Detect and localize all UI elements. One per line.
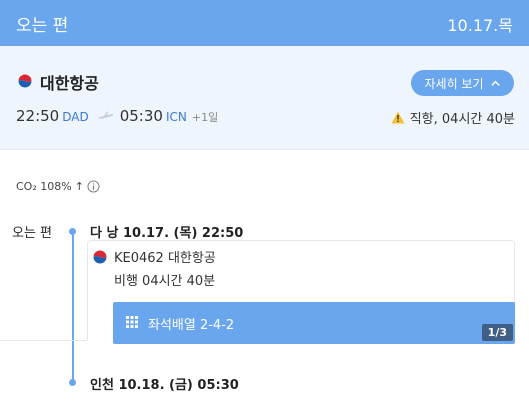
departure-dot (69, 228, 76, 235)
flight-number: KE0462 대한항공 (114, 251, 216, 266)
divider (0, 340, 87, 341)
warning-icon (391, 111, 405, 124)
flight-summary: 대한항공 자세히 보기 22:50 DAD 05:30 ICN +1일 직항, … (0, 46, 529, 150)
flight-times: 22:50 DAD 05:30 ICN +1일 (16, 107, 218, 125)
seat-grid-icon (126, 316, 138, 328)
timeline-line (72, 231, 74, 383)
korean-air-logo-icon (18, 74, 32, 88)
arrival-code: ICN (165, 110, 187, 124)
seat-pager: 1/3 (481, 324, 513, 341)
arrival-dot (69, 379, 76, 386)
seat-layout-label: 좌석배열 2-4-2 (148, 318, 235, 333)
itinerary-arrival: 인천 10.18. (금) 05:30 (90, 378, 239, 393)
itinerary-departure: 다 낭 10.17. (목) 22:50 (90, 226, 244, 241)
seat-layout-button[interactable]: 좌석배열 2-4-2 1/3 (113, 302, 515, 344)
nonstop-text: 직항, 04시간 40분 (409, 112, 515, 127)
nonstop-info: 직항, 04시간 40분 (391, 108, 515, 127)
arrival-time: 05:30 (119, 107, 163, 125)
departure-code: DAD (62, 110, 89, 124)
leg-title: 오는 편 (16, 16, 69, 36)
co2-indicator: CO₂ 108% ↑ (16, 180, 100, 193)
detail-button-label: 자세히 보기 (424, 76, 484, 91)
itinerary-leg-label: 오는 편 (12, 226, 53, 241)
day-offset: +1일 (191, 111, 219, 124)
plane-icon (97, 111, 113, 119)
flight-card: KE0462 대한항공 비행 04시간 40분 (87, 240, 514, 298)
chevron-up-icon (490, 80, 500, 86)
co2-arrow: ↑ (74, 180, 84, 193)
leg-header: 오는 편 10.17.목 (0, 0, 529, 46)
detail-toggle-button[interactable]: 자세히 보기 (411, 70, 514, 96)
departure-time: 22:50 (16, 107, 60, 125)
co2-label: CO₂ 108% (16, 180, 72, 193)
flight-duration: 비행 04시간 40분 (114, 274, 216, 289)
info-icon[interactable] (87, 180, 100, 193)
korean-air-logo-icon (93, 250, 107, 264)
airline-name: 대한항공 (40, 74, 99, 93)
leg-date: 10.17.목 (447, 16, 513, 35)
